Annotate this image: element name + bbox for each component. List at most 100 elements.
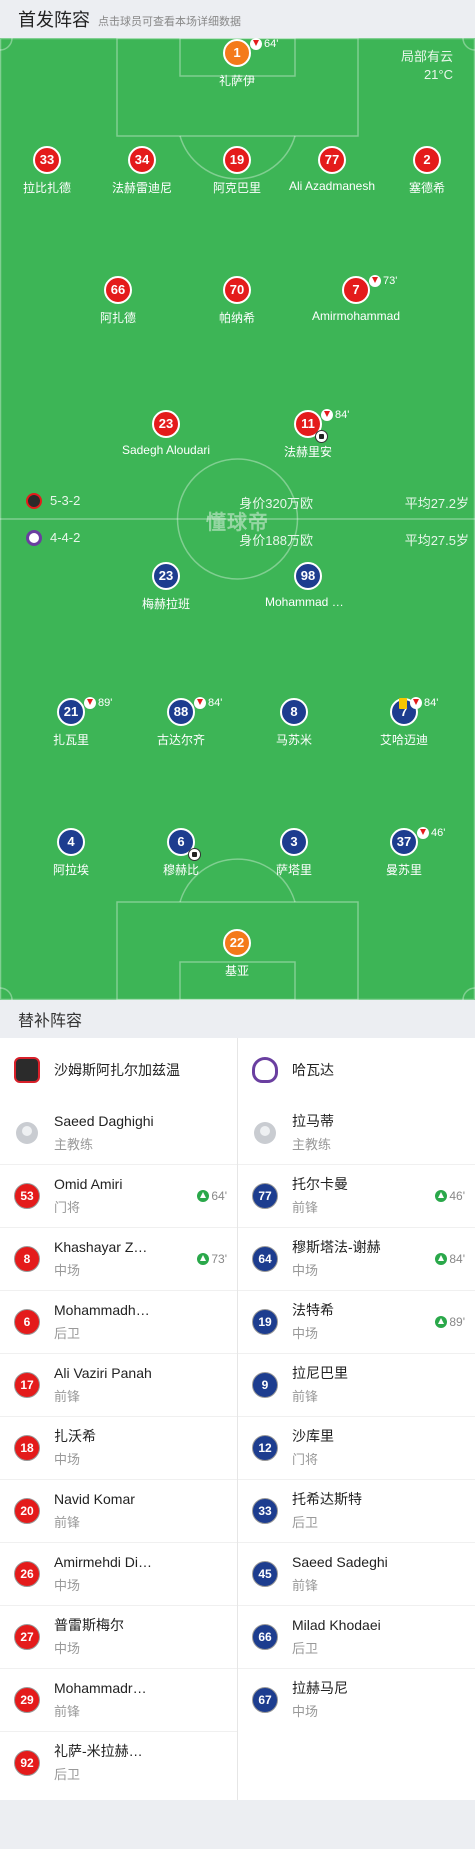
bench-position: 中场 — [292, 1704, 319, 1719]
bench-player[interactable]: 29 Mohammadreza 前锋 — [0, 1668, 237, 1731]
bench-player[interactable]: 45 Saeed Sadeghi 前锋 — [238, 1542, 475, 1605]
bench-position: 前锋 — [54, 1704, 81, 1719]
bench-number: 9 — [252, 1372, 278, 1398]
player-number: 70 — [223, 276, 251, 304]
away-player[interactable]: 4 阿拉埃 — [16, 828, 126, 878]
away-team-info: 4-4-2 身价188万欧 平均27.5岁 — [0, 529, 475, 549]
home-formation: 5-3-2 — [50, 493, 81, 508]
bench-player[interactable]: 53 Omid Amiri 门将 64' — [0, 1164, 237, 1227]
bench-position: 后卫 — [54, 1326, 81, 1341]
sub-out-icon — [410, 697, 422, 709]
bench-position: 门将 — [54, 1200, 81, 1215]
away-team-emblem-icon — [26, 530, 42, 546]
bench-position: 后卫 — [292, 1641, 319, 1656]
home-team-emblem-icon — [26, 493, 42, 509]
home-player[interactable]: 34 法赫雷迪尼 — [87, 146, 197, 196]
bench-player[interactable]: 8 Khashayar Zarei 中场 73' — [0, 1227, 237, 1290]
bench-player[interactable]: 20 Navid Komar 前锋 — [0, 1479, 237, 1542]
player-name: 帕纳希 — [218, 311, 255, 325]
bench-player[interactable]: 66 Milad Khodaei 后卫 — [238, 1605, 475, 1668]
sub-out-event: 84' — [321, 408, 349, 422]
sub-in-icon — [197, 1253, 210, 1265]
lineup-header: 首发阵容 点击球员可查看本场详细数据 — [0, 0, 475, 38]
bench-name: 沙库里 — [292, 1428, 334, 1444]
bench-name: 礼萨-米拉赫马迪 — [54, 1743, 154, 1759]
bench-player[interactable]: 19 法特希 中场 89' — [238, 1290, 475, 1353]
sub-in-time: 73' — [197, 1252, 227, 1266]
away-player[interactable]: 37 46' 曼苏里 — [349, 827, 459, 878]
bench-position: 前锋 — [292, 1578, 319, 1593]
bench-name: 普雷斯梅尔 — [54, 1617, 124, 1633]
player-number: 19 — [223, 146, 251, 174]
away-bench: 哈瓦达 拉马蒂 主教练 77 托尔卡曼 前锋 46' 64 穆斯塔法-谢赫 中场 84' 19… — [238, 1038, 475, 1731]
bench-player[interactable]: 67 拉赫马尼 中场 — [238, 1668, 475, 1731]
sub-out-event: 89' — [84, 696, 112, 710]
bench-player[interactable]: 12 沙库里门将 — [238, 1416, 475, 1479]
home-player[interactable]: 7 73' Amirmohammad — [301, 275, 411, 323]
bench-position: 中场 — [292, 1263, 319, 1278]
home-player[interactable]: 19 阿克巴里 — [182, 146, 292, 196]
bench-player[interactable]: 64 穆斯塔法-谢赫 中场 84' — [238, 1227, 475, 1290]
away-bench-team[interactable]: 哈瓦达 — [238, 1038, 475, 1101]
home-player[interactable]: 11 84' 法赫里安 — [253, 408, 363, 460]
bench-position: 后卫 — [292, 1515, 319, 1530]
away-coach[interactable]: 拉马蒂 主教练 — [238, 1101, 475, 1164]
bench-name: 托尔卡曼 — [292, 1176, 348, 1192]
home-player[interactable]: 23 Sadegh Aloudari — [111, 410, 221, 457]
player-number: 1 — [223, 39, 251, 67]
bench-player[interactable]: 17 Ali Vaziri Panah 前锋 — [0, 1353, 237, 1416]
bench-player[interactable]: 6 Mohammadhossein 后卫 — [0, 1290, 237, 1353]
away-player[interactable]: 3 萨塔里 — [239, 828, 349, 878]
player-name: Sadegh Aloudari — [121, 443, 211, 457]
player-number: 4 — [57, 828, 85, 856]
bench-number: 66 — [252, 1624, 278, 1650]
bench-number: 12 — [252, 1435, 278, 1461]
lineup-title: 首发阵容 — [18, 10, 90, 30]
away-player[interactable]: 23 梅赫拉班 — [111, 562, 221, 612]
away-player[interactable]: 22 基亚 — [182, 929, 292, 979]
home-player[interactable]: 66 阿扎德 — [63, 276, 173, 326]
bench-number: 77 — [252, 1183, 278, 1209]
home-player[interactable]: 77 Ali Azadmanesh — [277, 146, 387, 193]
bench-player[interactable]: 92 礼萨-米拉赫马迪 后卫 — [0, 1731, 237, 1794]
sub-in-time: 84' — [435, 1252, 465, 1266]
bench-name: Mohammadreza — [54, 1680, 154, 1696]
home-player[interactable]: 1 64' 礼萨伊 — [182, 38, 292, 89]
away-player[interactable]: 7 84' 艾哈迈迪 — [349, 697, 459, 748]
bench-player[interactable]: 26 Amirmehdi Dibaj 中场 — [0, 1542, 237, 1605]
bench-player[interactable]: 77 托尔卡曼 前锋 46' — [238, 1164, 475, 1227]
home-coach[interactable]: Saeed Daghighi 主教练 — [0, 1101, 237, 1164]
bench-name: 拉尼巴里 — [292, 1365, 348, 1381]
player-name: 梅赫拉班 — [141, 597, 190, 611]
away-player[interactable]: 8 马苏米 — [239, 698, 349, 748]
player-name: 扎瓦里 — [52, 733, 89, 747]
bench-position: 门将 — [292, 1452, 319, 1467]
home-bench-team[interactable]: 沙姆斯阿扎尔加兹温 — [0, 1038, 237, 1101]
away-player[interactable]: 98 Mohammad Hossein — [253, 562, 363, 609]
bench-position: 前锋 — [292, 1389, 319, 1404]
bench-number: 29 — [14, 1687, 40, 1713]
bench-player[interactable]: 33 托希达斯特 后卫 — [238, 1479, 475, 1542]
player-number: 34 — [128, 146, 156, 174]
away-player[interactable]: 6 穆赫比 — [126, 828, 236, 878]
bench-player[interactable]: 27 普雷斯梅尔 中场 — [0, 1605, 237, 1668]
sub-out-event: 84' — [194, 696, 222, 710]
sub-in-icon — [197, 1190, 210, 1202]
pitch: 局部有云 21°C 懂球帝 5-3-2 身价320万欧 平均27.2岁 4-4-… — [0, 38, 475, 1000]
subs-header: 替补阵容 — [0, 1000, 475, 1038]
bench-name: 拉赫马尼 — [292, 1680, 348, 1696]
away-team-name: 哈瓦达 — [292, 1061, 334, 1078]
bench-number: 45 — [252, 1561, 278, 1587]
bench-player[interactable]: 9 拉尼巴里前锋 — [238, 1353, 475, 1416]
player-name: 阿拉埃 — [52, 863, 89, 877]
away-player[interactable]: 21 89' 扎瓦里 — [16, 696, 126, 748]
goal-ball-icon — [188, 848, 201, 861]
away-player[interactable]: 88 84' 古达尔齐 — [126, 696, 236, 748]
bench-number: 26 — [14, 1561, 40, 1587]
player-number: 11 — [294, 410, 328, 443]
player-name: 基亚 — [224, 964, 249, 978]
home-player[interactable]: 2 塞德希 — [372, 146, 475, 196]
bench-number: 8 — [14, 1246, 40, 1272]
home-player[interactable]: 70 帕纳希 — [182, 276, 292, 326]
bench-player[interactable]: 18 扎沃希 中场 — [0, 1416, 237, 1479]
